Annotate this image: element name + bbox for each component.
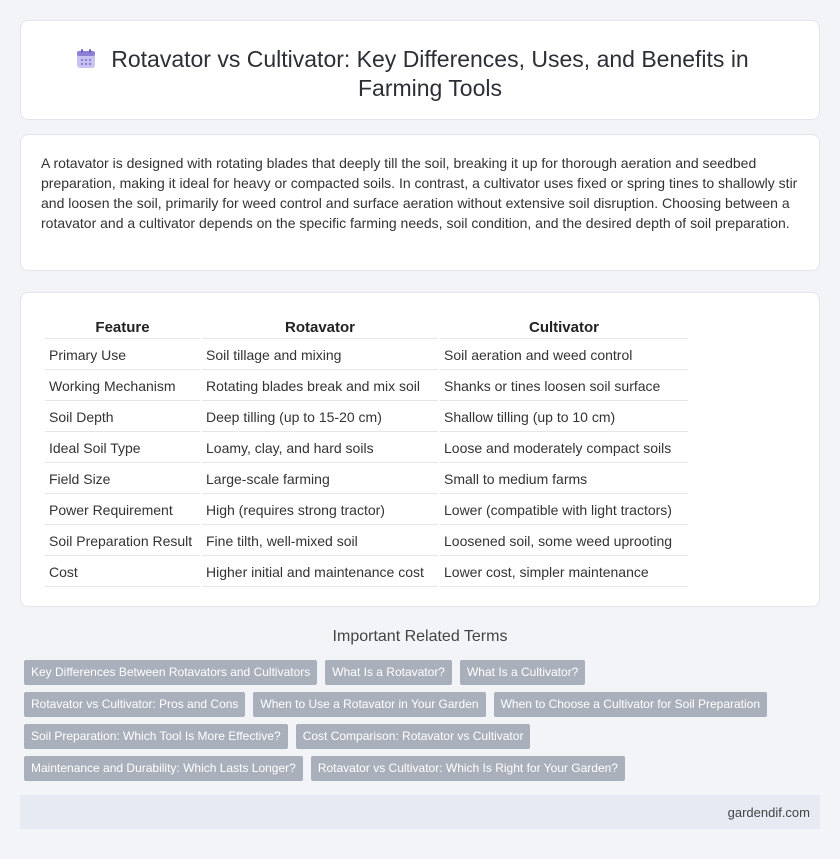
- table-row: Primary Use Soil tillage and mixing Soil…: [45, 341, 688, 370]
- column-header-feature: Feature: [45, 317, 200, 339]
- table-cell: Soil aeration and weed control: [440, 341, 688, 370]
- table-cell: Ideal Soil Type: [45, 434, 200, 463]
- table-cell: Soil Depth: [45, 403, 200, 432]
- related-term-tag[interactable]: Key Differences Between Rotavators and C…: [24, 660, 318, 685]
- table-cell: Loamy, clay, and hard soils: [202, 434, 438, 463]
- related-term-tag[interactable]: What Is a Rotavator?: [325, 660, 452, 685]
- table-cell: Higher initial and maintenance cost: [202, 558, 438, 587]
- table-row: Soil Preparation Result Fine tilth, well…: [45, 527, 688, 556]
- table-cell: Working Mechanism: [45, 372, 200, 401]
- table-row: Field Size Large-scale farming Small to …: [45, 465, 688, 494]
- table-cell: High (requires strong tractor): [202, 496, 438, 525]
- related-term-tag[interactable]: What Is a Cultivator?: [459, 660, 586, 685]
- table-cell: Fine tilth, well-mixed soil: [202, 527, 438, 556]
- table-cell: Lower (compatible with light tractors): [440, 496, 688, 525]
- table-cell: Loosened soil, some weed uprooting: [440, 527, 688, 556]
- table-cell: Field Size: [45, 465, 200, 494]
- comparison-table: Feature Rotavator Cultivator Primary Use…: [43, 315, 690, 589]
- related-term-tag[interactable]: Soil Preparation: Which Tool Is More Eff…: [24, 724, 288, 749]
- table-cell: Loose and moderately compact soils: [440, 434, 688, 463]
- table-cell: Small to medium farms: [440, 465, 688, 494]
- table-row: Power Requirement High (requires strong …: [45, 496, 688, 525]
- site-name[interactable]: gardendif.com: [728, 805, 810, 820]
- comparison-table-card: Feature Rotavator Cultivator Primary Use…: [20, 292, 820, 607]
- table-cell: Soil tillage and mixing: [202, 341, 438, 370]
- related-term-tag[interactable]: Rotavator vs Cultivator: Which Is Right …: [310, 756, 625, 781]
- related-terms-list: Key Differences Between Rotavators and C…: [24, 660, 814, 781]
- table-row: Ideal Soil Type Loamy, clay, and hard so…: [45, 434, 688, 463]
- related-term-tag[interactable]: When to Use a Rotavator in Your Garden: [253, 692, 486, 717]
- table-cell: Lower cost, simpler maintenance: [440, 558, 688, 587]
- footer-bar: gardendif.com: [20, 795, 820, 829]
- table-cell: Shallow tilling (up to 10 cm): [440, 403, 688, 432]
- table-cell: Primary Use: [45, 341, 200, 370]
- column-header-rotavator: Rotavator: [202, 317, 438, 339]
- related-term-tag[interactable]: Maintenance and Durability: Which Lasts …: [24, 756, 303, 781]
- table-header-row: Feature Rotavator Cultivator: [45, 317, 688, 339]
- related-term-tag[interactable]: Rotavator vs Cultivator: Pros and Cons: [24, 692, 246, 717]
- table-cell: Power Requirement: [45, 496, 200, 525]
- table-row: Soil Depth Deep tilling (up to 15-20 cm)…: [45, 403, 688, 432]
- related-terms-heading: Important Related Terms: [332, 628, 508, 645]
- table-cell: Soil Preparation Result: [45, 527, 200, 556]
- table-cell: Cost: [45, 558, 200, 587]
- table-row: Working Mechanism Rotating blades break …: [45, 372, 688, 401]
- column-header-cultivator: Cultivator: [440, 317, 688, 339]
- intro-paragraph: A rotavator is designed with rotating bl…: [41, 155, 798, 231]
- table-cell: Rotating blades break and mix soil: [202, 372, 438, 401]
- table-cell: Large-scale farming: [202, 465, 438, 494]
- page-title: Rotavator vs Cultivator: Key Differences…: [111, 46, 749, 101]
- related-term-tag[interactable]: Cost Comparison: Rotavator vs Cultivator: [295, 724, 531, 749]
- table-row: Cost Higher initial and maintenance cost…: [45, 558, 688, 587]
- table-cell: Shanks or tines loosen soil surface: [440, 372, 688, 401]
- table-cell: Deep tilling (up to 15-20 cm): [202, 403, 438, 432]
- header-card: Rotavator vs Cultivator: Key Differences…: [20, 20, 820, 120]
- intro-card: A rotavator is designed with rotating bl…: [20, 134, 820, 271]
- related-term-tag[interactable]: When to Choose a Cultivator for Soil Pre…: [493, 692, 768, 717]
